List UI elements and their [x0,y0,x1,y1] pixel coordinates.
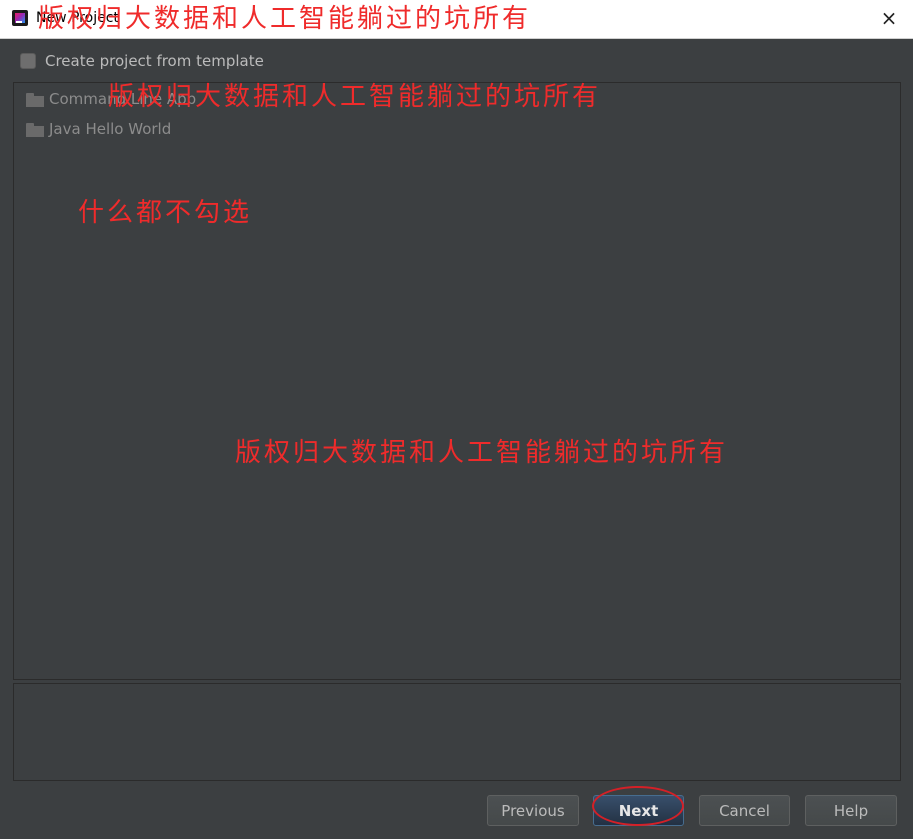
previous-button[interactable]: Previous [487,795,579,826]
template-list: Command Line App Java Hello World [13,82,901,680]
template-item-label: Java Hello World [49,120,172,138]
folder-icon [26,123,44,137]
template-checkbox-label[interactable]: Create project from template [45,52,264,70]
help-button[interactable]: Help [805,795,897,826]
close-icon[interactable]: × [877,6,901,30]
folder-icon [26,93,44,107]
cancel-button[interactable]: Cancel [699,795,790,826]
watermark-annotation-top: 版权归大数据和人工智能躺过的坑所有 [38,4,532,34]
watermark-annotation-upper: 版权归大数据和人工智能躺过的坑所有 [108,82,602,112]
template-description-panel [13,683,901,781]
template-checkbox[interactable] [20,53,36,69]
watermark-annotation-center: 版权归大数据和人工智能躺过的坑所有 [235,438,729,468]
intellij-app-icon [12,10,28,26]
next-button-highlight-ring [592,786,684,826]
note-annotation: 什么都不勾选 [78,198,253,228]
